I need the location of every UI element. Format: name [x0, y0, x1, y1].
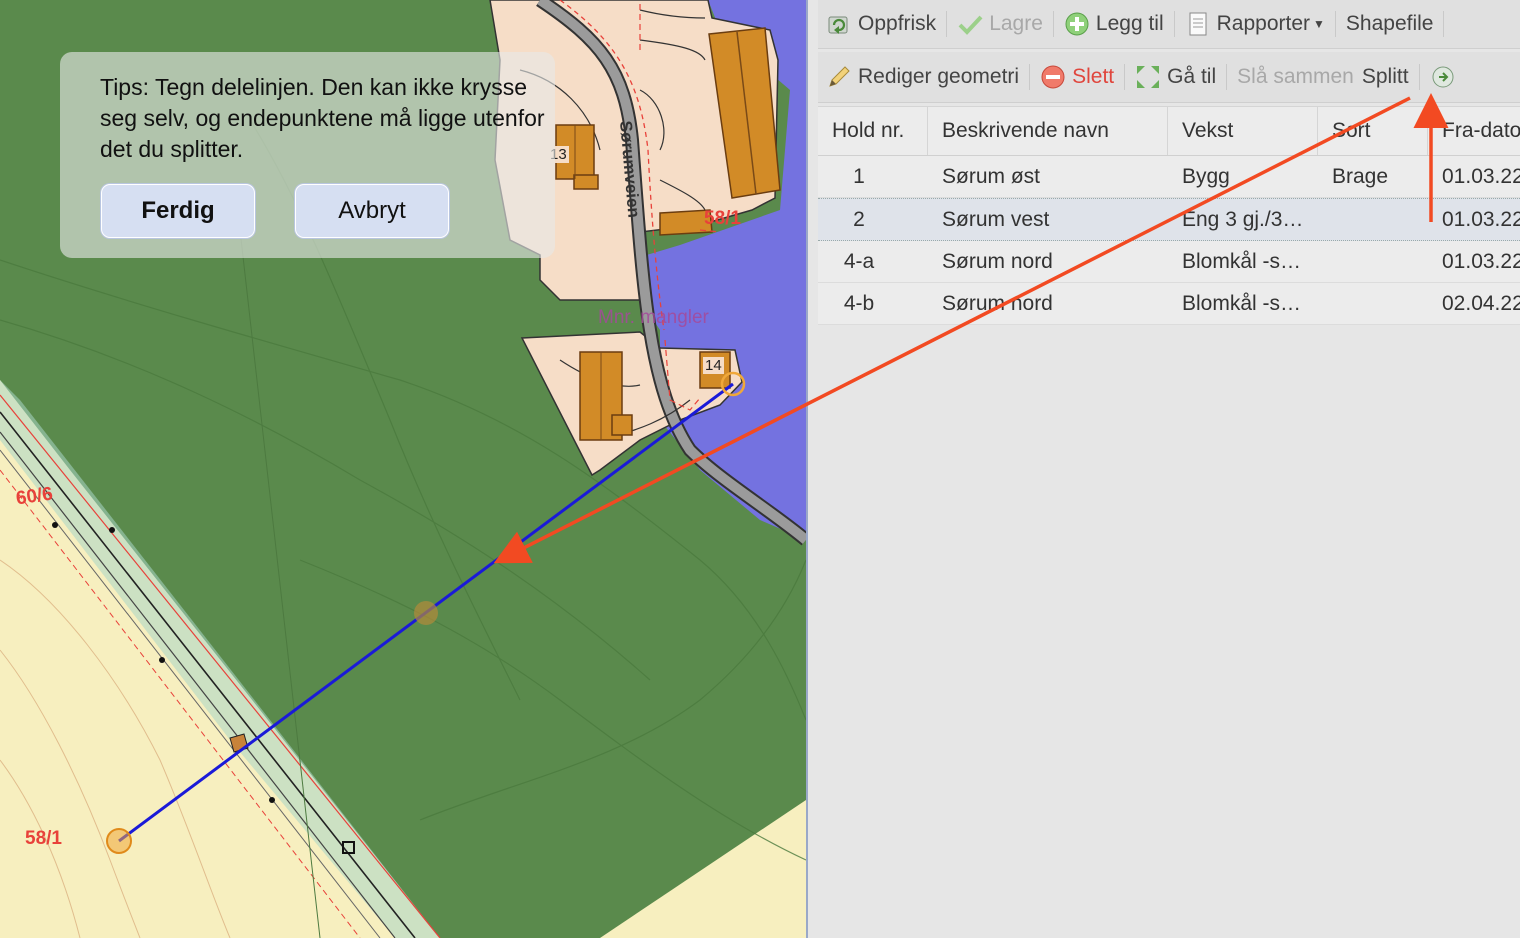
missing-parcel-number-label: Mnr. mangler: [598, 307, 709, 328]
cancel-button[interactable]: Avbryt: [295, 184, 449, 238]
merge-button[interactable]: Slå sammen: [1229, 52, 1362, 102]
refresh-label: Oppfrisk: [858, 12, 937, 35]
column-header-name[interactable]: Beskrivende navn: [928, 107, 1168, 155]
cell-from-date: 01.03.22: [1442, 165, 1520, 188]
done-button[interactable]: Ferdig: [101, 184, 255, 238]
table-row[interactable]: 1 Sørum øst Bygg Brage 01.03.22: [818, 156, 1520, 198]
shapefile-label: Shapefile: [1345, 12, 1434, 35]
toolbar-edit: Rediger geometri Slett Gå til Slå sammen…: [818, 52, 1520, 103]
cell-crop: Blomkål -s…: [1182, 250, 1302, 273]
side-panel: Oppfrisk Lagre Legg til Rapporter ▼ Shap…: [806, 0, 1520, 938]
toolbar-top: Oppfrisk Lagre Legg til Rapporter ▼ Shap…: [818, 0, 1520, 49]
refresh-button[interactable]: Oppfrisk: [818, 0, 944, 48]
column-header-crop[interactable]: Vekst: [1168, 107, 1318, 155]
split-button[interactable]: Splitt: [1362, 52, 1417, 102]
table-row[interactable]: 4-b Sørum nord Blomkål -s… 02.04.22: [818, 283, 1520, 325]
cell-hold: 4-a: [843, 250, 875, 273]
refresh-icon: [826, 11, 852, 37]
delete-label: Slett: [1072, 65, 1115, 88]
tip-text: Tips: Tegn delelinjen. Den kan ikke krys…: [100, 74, 545, 162]
cell-from-date: 02.04.22: [1442, 292, 1520, 315]
shapefile-button[interactable]: Shapefile: [1338, 0, 1442, 48]
table-row-selected[interactable]: 2 Sørum vest Eng 3 gj./3… 01.03.22: [818, 198, 1520, 241]
parcel-label-58-1-top: 58/1: [704, 208, 741, 229]
checkmark-icon: [957, 11, 983, 37]
table-header: Hold nr. Beskrivende navn Vekst Sort Fra…: [818, 106, 1520, 156]
toolbar-separator: [1418, 64, 1420, 90]
document-icon: [1185, 11, 1211, 37]
toolbar-separator: [1029, 64, 1031, 90]
add-button[interactable]: Legg til: [1056, 0, 1172, 48]
split-label: Splitt: [1361, 65, 1409, 88]
chevron-down-icon: ▼: [1313, 17, 1325, 31]
minus-circle-icon: [1040, 64, 1066, 90]
split-endpoint-start[interactable]: [106, 828, 132, 854]
cell-variety: [1318, 241, 1428, 282]
export-icon: [1430, 64, 1456, 90]
map-view[interactable]: 58/1 58/1 60/6 13 14 Sørumveien Mnr. man…: [0, 0, 806, 938]
cell-from-date: 01.03.22: [1442, 250, 1520, 273]
merge-label: Slå sammen: [1237, 65, 1354, 88]
cell-crop: Blomkål -s…: [1182, 292, 1302, 315]
cell-variety: [1318, 283, 1428, 324]
cell-name: Sørum nord: [942, 292, 1053, 315]
cell-name: Sørum nord: [942, 250, 1053, 273]
save-label: Lagre: [989, 12, 1043, 35]
tip-popup: Tips: Tegn delelinjen. Den kan ikke krys…: [60, 52, 555, 258]
save-button[interactable]: Lagre: [949, 0, 1051, 48]
column-header-from-date[interactable]: Fra-dato: [1428, 107, 1520, 155]
cell-name: Sørum øst: [942, 165, 1040, 188]
cell-variety: [1318, 199, 1428, 240]
cell-name: Sørum vest: [942, 208, 1050, 231]
toolbar-separator: [1334, 11, 1336, 37]
split-midpoint[interactable]: [414, 601, 438, 625]
add-label: Legg til: [1095, 12, 1164, 35]
more-tools-button[interactable]: [1422, 52, 1470, 102]
toolbar-separator: [1226, 64, 1228, 90]
cell-hold: 1: [853, 165, 865, 188]
cell-hold: 4-b: [843, 292, 875, 315]
cell-variety: Brage: [1332, 165, 1389, 188]
goto-button[interactable]: Gå til: [1127, 52, 1224, 102]
cell-crop: Bygg: [1182, 165, 1230, 188]
cell-hold: 2: [853, 208, 865, 231]
goto-label: Gå til: [1167, 65, 1217, 88]
toolbar-separator: [1443, 11, 1445, 37]
zoom-to-icon: [1135, 64, 1161, 90]
column-header-variety[interactable]: Sort: [1318, 107, 1428, 155]
parcel-label-58-1-bottom: 58/1: [25, 828, 62, 849]
reports-menu-button[interactable]: Rapporter ▼: [1177, 0, 1333, 48]
column-header-hold[interactable]: Hold nr.: [818, 107, 928, 155]
house-number-14: 14: [703, 357, 724, 374]
edit-geometry-button[interactable]: Rediger geometri: [818, 52, 1027, 102]
toolbar-separator: [946, 11, 948, 37]
delete-button[interactable]: Slett: [1032, 52, 1122, 102]
reports-label: Rapporter: [1216, 12, 1311, 35]
cell-from-date: 01.03.22: [1442, 208, 1520, 231]
cell-crop: Eng 3 gj./3…: [1182, 208, 1304, 231]
table-row[interactable]: 4-a Sørum nord Blomkål -s… 01.03.22: [818, 241, 1520, 283]
edit-geometry-label: Rediger geometri: [858, 65, 1020, 88]
toolbar-separator: [1173, 11, 1175, 37]
holdings-table: Hold nr. Beskrivende navn Vekst Sort Fra…: [818, 106, 1520, 325]
toolbar-separator: [1052, 11, 1054, 37]
toolbar-separator: [1124, 64, 1126, 90]
plus-circle-icon: [1064, 11, 1090, 37]
pencil-icon: [826, 64, 852, 90]
